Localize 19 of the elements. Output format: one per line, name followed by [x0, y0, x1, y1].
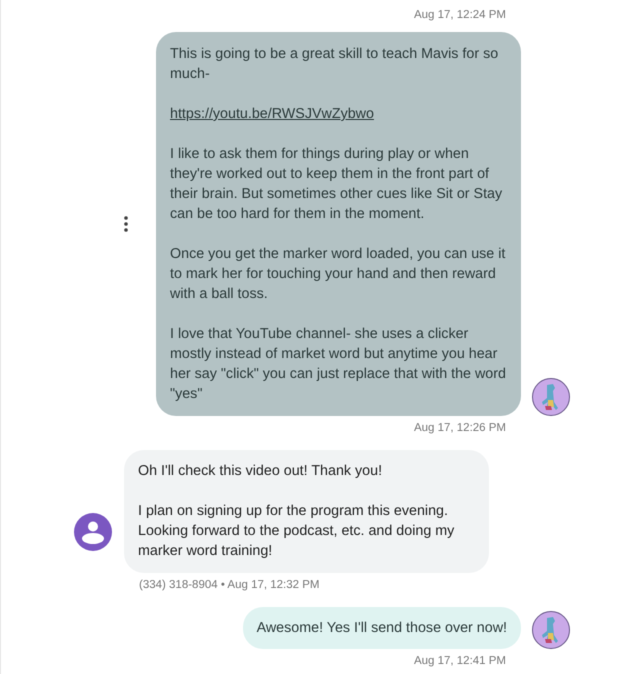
message-bubble[interactable]: Awesome! Yes I'll send those over now!	[242, 607, 521, 649]
message-bubble[interactable]: Oh I'll check this video out! Thank you! I plan on signing up for the program this evening. Looking forward to the podcast, etc. and doing my marker word training!	[124, 450, 489, 573]
person-avatar-icon	[74, 512, 112, 550]
message-timestamp: (334) 318-8904 • Aug 17, 12:32 PM	[139, 579, 320, 591]
message-text: This is going to be a great skill to teach Mavis for so much-	[170, 45, 500, 84]
message-text: Awesome! Yes I'll send those over now!	[256, 619, 507, 638]
dog-avatar-icon	[532, 611, 570, 649]
message-timestamp: Aug 17, 12:24 PM	[414, 9, 506, 21]
video-link[interactable]: https://youtu.be/RWSJVwZybwo	[170, 104, 374, 124]
message-timestamp: Aug 17, 12:26 PM	[414, 422, 506, 434]
message-bubble[interactable]	[156, 32, 521, 416]
message-timestamp: Aug 17, 12:41 PM	[414, 655, 506, 667]
message-text: I love that YouTube channel- she uses a clicker mostly instead of market word but anytime you hear her say "click" you can just replace that with the word "yes"	[170, 325, 507, 404]
dog-avatar-icon	[532, 378, 570, 416]
message-text: Oh I'll check this video out! Thank you!	[138, 462, 384, 481]
more-options-icon[interactable]	[124, 216, 128, 232]
message-text: I plan on signing up for the program this evening. Looking forward to the podcast, etc. and doing my marker word training!	[138, 502, 456, 561]
message-text: I like to ask them for things during play or when they're worked out to keep them in the front part of their brain. But sometimes other cues like Sit or Stay can be too hard for them in the moment.	[170, 145, 504, 224]
message-text: Once you get the marker word loaded, you can use it to mark her for touching your hand and then reward with a ball toss.	[170, 245, 506, 304]
